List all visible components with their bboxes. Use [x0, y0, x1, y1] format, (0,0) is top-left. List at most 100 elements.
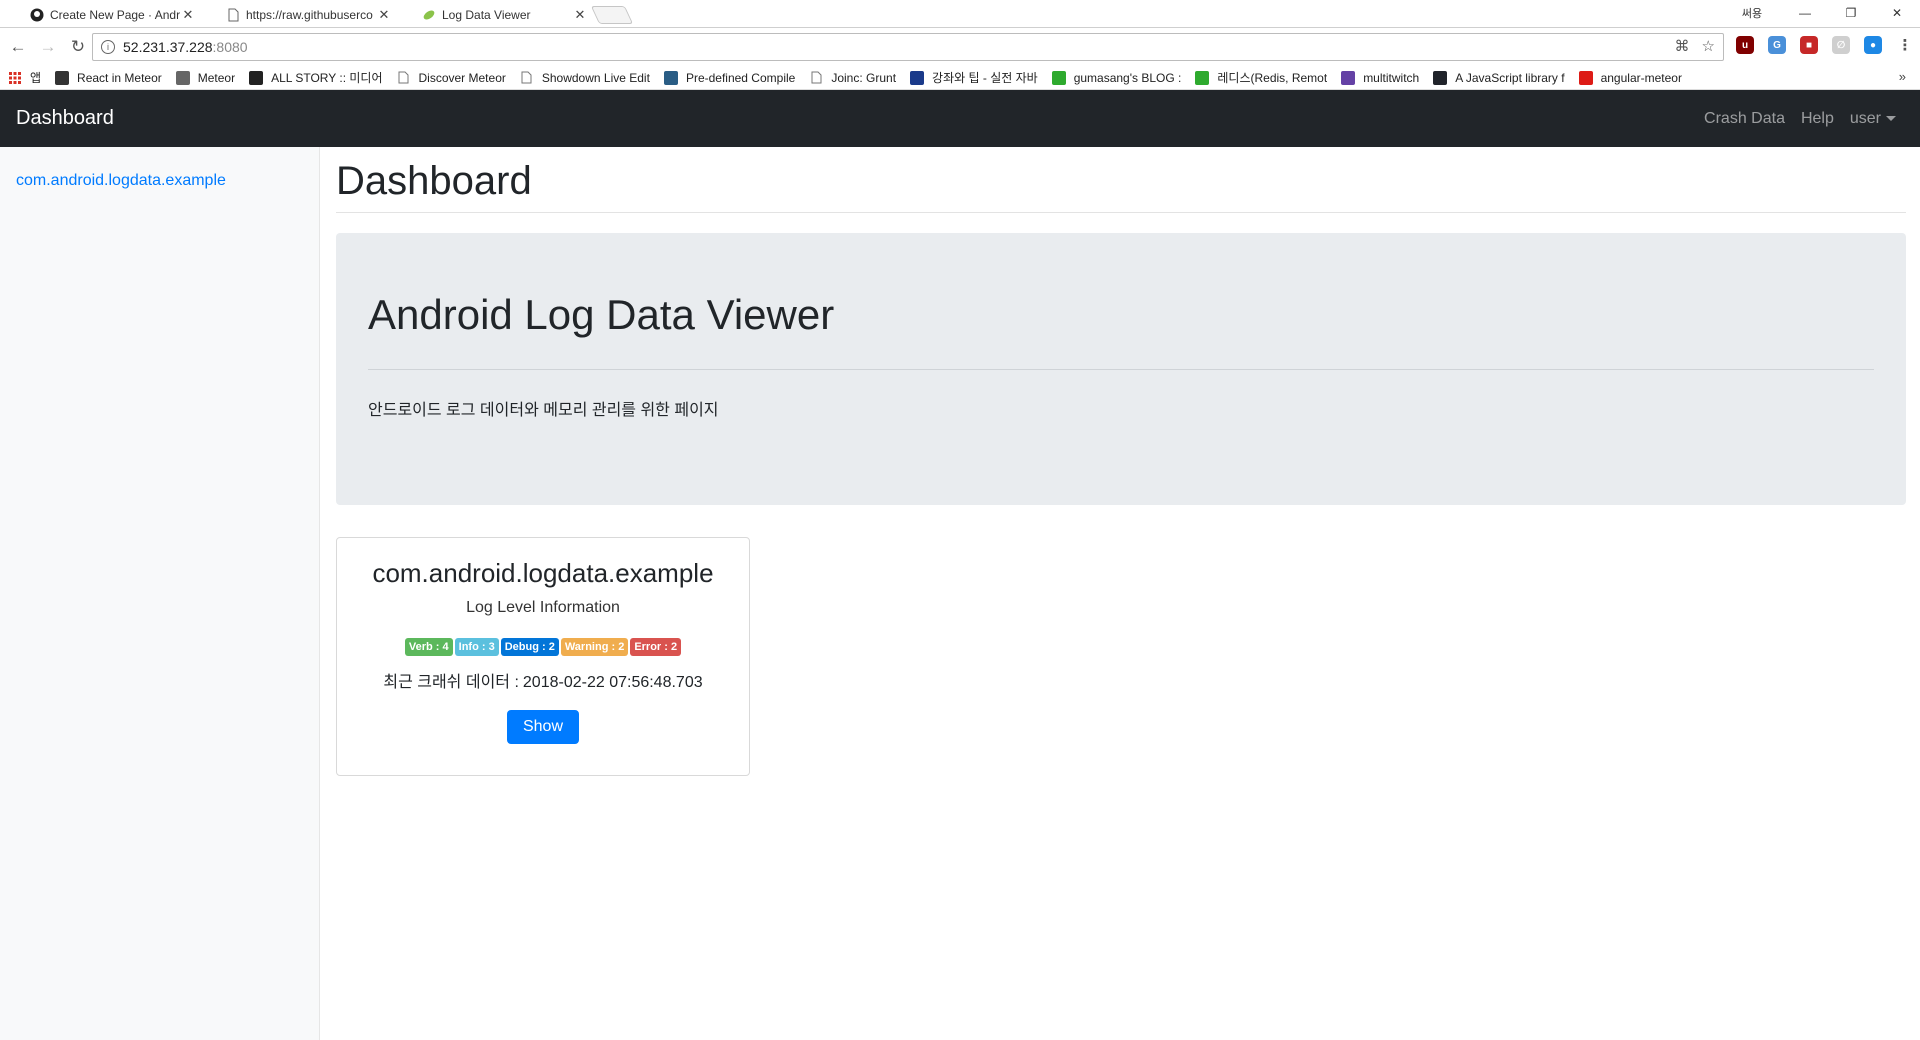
browser-tab-2[interactable]: https://raw.githubuserco ✕	[206, 2, 399, 28]
address-bar[interactable]: i 52.231.37.228 :8080 ⌘ ☆	[92, 33, 1724, 61]
shield-icon	[1578, 70, 1593, 85]
user-dropdown[interactable]: user	[1850, 110, 1896, 128]
react-icon	[1433, 70, 1448, 85]
leaf-icon	[422, 8, 436, 22]
blog-icon	[1051, 70, 1066, 85]
page-icon	[809, 71, 823, 85]
log-level-badge: Verb : 4	[404, 638, 453, 656]
jumbotron-description: 안드로이드 로그 데이터와 메모리 관리를 위한 페이지	[368, 402, 719, 419]
bookmark-item[interactable]: angular-meteor	[1578, 70, 1682, 85]
site-info-icon[interactable]: i	[101, 40, 115, 54]
bookmark-item[interactable]: React in Meteor	[55, 70, 162, 85]
caret-down-icon	[1886, 115, 1896, 121]
bookmark-label: 앱	[30, 71, 42, 85]
bookmark-label: ALL STORY :: 미디어	[271, 71, 383, 85]
jumbotron: Android Log Data Viewer 안드로이드 로그 데이터와 메모…	[336, 233, 1906, 505]
bookmark-item[interactable]: Discover Meteor	[397, 71, 506, 85]
bookmark-label: Discover Meteor	[418, 70, 506, 85]
bookmarks-overflow-icon[interactable]: »	[1899, 69, 1906, 84]
app-navbar: Dashboard Crash Data Help user	[0, 90, 1920, 147]
browser-tab-3[interactable]: Log Data Viewer ✕	[402, 2, 595, 28]
twitch-icon	[1341, 70, 1356, 85]
log-level-badge: Error : 2	[630, 638, 682, 656]
new-tab-button[interactable]	[590, 6, 634, 24]
bookmark-item[interactable]: ALL STORY :: 미디어	[249, 69, 383, 86]
log-level-badges: Verb : 4 Info : 3 Debug : 2 Warning : 2 Erro…	[337, 638, 749, 656]
crash-timestamp: 2018-02-22 07:56:48.703	[522, 674, 703, 691]
bookmark-item[interactable]: 레디스(Redis, Remot	[1195, 69, 1327, 86]
bookmark-item[interactable]: A JavaScript library f	[1433, 70, 1565, 85]
ublock-icon[interactable]: u	[1736, 36, 1754, 54]
tab-title: Log Data Viewer	[442, 8, 531, 22]
close-icon[interactable]: ✕	[377, 7, 391, 23]
menu-dots-icon[interactable]: ⋮	[1896, 36, 1914, 54]
bookmark-label: Showdown Live Edit	[541, 70, 650, 85]
bookmark-label: A JavaScript library f	[1455, 70, 1565, 85]
book-icon	[55, 70, 70, 85]
extension-red-icon[interactable]: ■	[1800, 36, 1818, 54]
bookmark-label: Meteor	[197, 70, 236, 85]
bookmark-item[interactable]: Meteor	[175, 70, 236, 85]
extension-blue-icon[interactable]: ●	[1864, 36, 1882, 54]
bookmark-label: angular-meteor	[1600, 70, 1682, 85]
bookmark-label: gumasang's BLOG :	[1073, 70, 1182, 85]
page-title: Dashboard	[336, 159, 532, 203]
card-subtitle: Log Level Information	[466, 599, 620, 616]
log-level-badge: Info : 3	[454, 638, 499, 656]
navbar-brand[interactable]: Dashboard	[16, 107, 114, 130]
window-close-icon[interactable]: ✕	[1874, 6, 1920, 20]
sidebar: com.android.logdata.example	[0, 147, 320, 1040]
bookmark-item[interactable]: gumasang's BLOG :	[1051, 70, 1182, 85]
show-button[interactable]: Show	[506, 710, 580, 744]
extension-grey-icon[interactable]: ∅	[1832, 36, 1850, 54]
tab-title: https://raw.githubuserco	[246, 8, 373, 22]
bookmark-item[interactable]: 강좌와 팁 - 실전 자바	[910, 69, 1038, 86]
bookmark-label: Pre-defined Compile	[685, 70, 796, 85]
extensions-area: u G ■ ∅ ● ⋮	[1736, 36, 1914, 54]
title-divider	[336, 212, 1906, 213]
card-title: com.android.logdata.example	[372, 558, 714, 588]
window-controls: 써용 — ❐ ✕	[1722, 0, 1920, 26]
extension-globe-icon[interactable]: G	[1768, 36, 1786, 54]
user-label: user	[1849, 109, 1881, 127]
translate-icon[interactable]: ⌘	[1675, 37, 1690, 55]
github-icon	[30, 8, 44, 22]
meteor-icon	[175, 70, 190, 85]
restore-icon[interactable]: ❐	[1828, 6, 1874, 20]
close-icon[interactable]: ✕	[573, 7, 587, 23]
code-icon	[910, 70, 925, 85]
minimize-icon[interactable]: —	[1782, 6, 1828, 20]
circle-icon	[249, 70, 264, 85]
tab-title: Create New Page · Andr	[50, 8, 181, 22]
jumbotron-heading: Android Log Data Viewer	[368, 291, 835, 338]
browser-toolbar: ← → ↻ i 52.231.37.228 :8080 ⌘ ☆ u G ■ ∅ …	[0, 28, 1920, 66]
nav-link-help[interactable]: Help	[1801, 110, 1834, 128]
back-arrow-icon[interactable]: ←	[6, 35, 30, 59]
profile-label[interactable]: 써용	[1722, 5, 1782, 21]
browser-tab-1[interactable]: Create New Page · Andr ✕	[10, 2, 203, 28]
close-icon[interactable]: ✕	[181, 7, 195, 23]
bookmarks-bar: 앱 React in Meteor Meteor ALL STORY :: 미디어 Di…	[0, 66, 1920, 90]
crash-label: 최근 크래쉬 데이터 :	[383, 674, 519, 691]
package-card: com.android.logdata.example Log Level In…	[336, 537, 750, 776]
log-level-badge: Warning : 2	[560, 638, 629, 656]
page-icon	[397, 71, 411, 85]
bookmark-label: 강좌와 팁 - 실전 자바	[932, 71, 1038, 85]
browser-tab-strip: Create New Page · Andr ✕ https://raw.git…	[0, 0, 1920, 28]
bookmark-star-icon[interactable]: ☆	[1702, 37, 1715, 55]
bookmark-item[interactable]: Showdown Live Edit	[520, 71, 650, 85]
forward-arrow-icon[interactable]: →	[36, 35, 60, 59]
sidebar-item-package[interactable]: com.android.logdata.example	[16, 172, 319, 190]
url-host: 52.231.37.228	[123, 39, 213, 55]
apps-grid-icon	[8, 71, 22, 85]
bookmark-item[interactable]: multitwitch	[1341, 70, 1419, 85]
nav-link-crash-data[interactable]: Crash Data	[1704, 110, 1785, 128]
main-content: Dashboard Android Log Data Viewer 안드로이드 …	[336, 147, 1906, 776]
page-icon	[520, 71, 534, 85]
blog-icon	[1195, 70, 1210, 85]
bookmark-item[interactable]: 앱	[8, 69, 41, 86]
log-level-badge: Debug : 2	[500, 638, 559, 656]
reload-icon[interactable]: ↻	[66, 35, 90, 59]
bookmark-item[interactable]: Pre-defined Compile	[663, 70, 796, 85]
bookmark-item[interactable]: Joinc: Grunt	[809, 71, 896, 85]
